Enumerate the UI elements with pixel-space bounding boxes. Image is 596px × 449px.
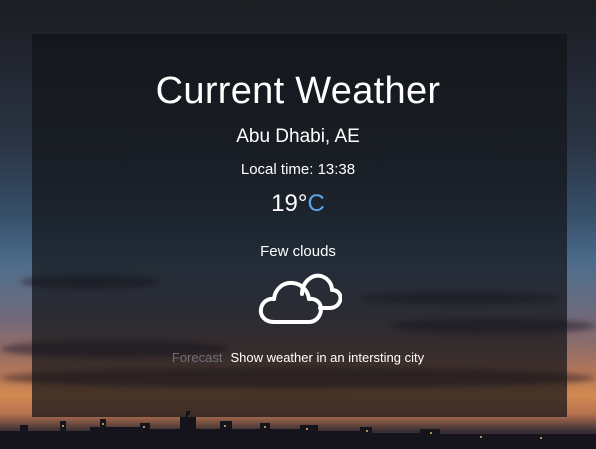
action-links: Forecast Show weather in an intersting ci… — [0, 349, 596, 367]
temperature-display: 19°C — [0, 189, 596, 219]
page-title: Current Weather — [155, 70, 441, 112]
forecast-link[interactable]: Forecast — [172, 350, 223, 365]
few-clouds-icon — [258, 273, 342, 324]
background-photo: Current Weather Abu Dhabi, AE Local time… — [0, 0, 596, 449]
location-label: Abu Dhabi, AE — [236, 126, 360, 147]
temperature-value: 19° — [271, 190, 308, 217]
temperature-unit-toggle[interactable]: C — [307, 190, 324, 217]
interesting-city-link[interactable]: Show weather in an intersting city — [230, 350, 424, 365]
local-time-label: Local time: 13:38 — [240, 161, 356, 178]
weather-description: Few clouds — [260, 243, 336, 260]
